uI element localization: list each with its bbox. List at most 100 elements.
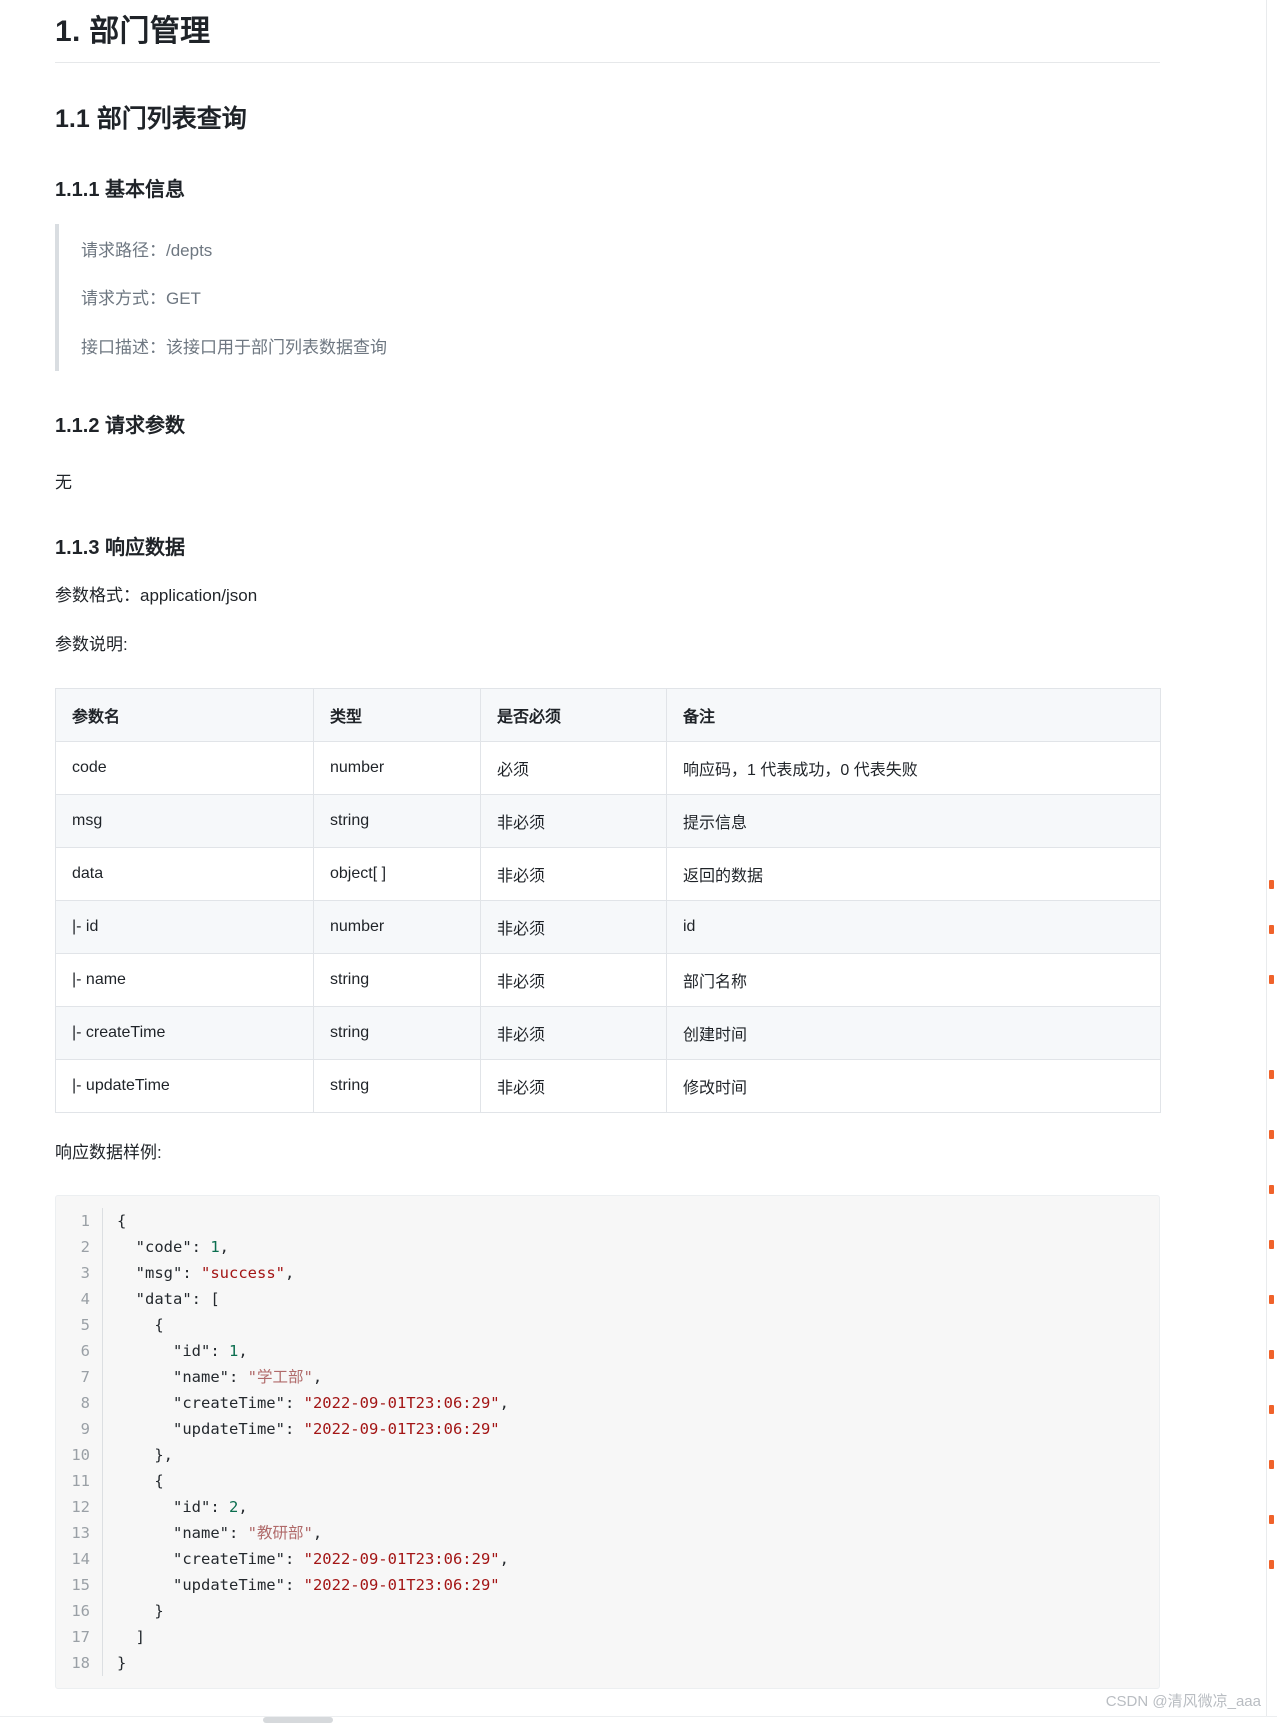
code-gutter-divider	[102, 1545, 103, 1572]
json-code-block[interactable]: 1{2 "code": 1, 3 "msg": "success", 4 "data…	[55, 1194, 1160, 1689]
code-gutter-divider	[102, 1467, 103, 1494]
code-gutter-divider	[102, 1415, 103, 1442]
code-line-number: 11	[71, 1471, 90, 1490]
code-line-content: "name": "教研部",	[117, 1523, 323, 1542]
table-header-row: 参数名 类型 是否必须 备注	[55, 688, 1161, 743]
code-line-number: 17	[71, 1627, 90, 1646]
subsection-heading-request-params: 1.1.2 请求参数	[55, 415, 186, 438]
code-lines-container: 1{2 "code": 1, 3 "msg": "success", 4 "data…	[56, 1207, 1159, 1676]
code-line: 17 ]	[56, 1623, 1159, 1650]
table-cell: number	[313, 900, 481, 955]
edge-marker-dot	[1269, 1130, 1274, 1139]
code-gutter-divider	[102, 1441, 103, 1468]
table-header-cell: 参数名	[55, 688, 314, 743]
table-cell: |- updateTime	[55, 1059, 314, 1114]
table-row: code number 必须 响应码，1 代表成功，0 代表失败	[55, 741, 1161, 796]
code-line-content: }	[117, 1601, 164, 1620]
table-header-cell: 类型	[313, 688, 481, 743]
edge-marker-dot	[1269, 925, 1274, 934]
csdn-watermark: CSDN @清风微凉_aaa	[1105, 1693, 1261, 1710]
request-path-label: 请求路径：	[81, 241, 166, 260]
table-cell: 非必须	[480, 900, 667, 955]
code-line-content: {	[117, 1315, 164, 1334]
table-cell: string	[313, 953, 481, 1008]
scroll-rail[interactable]	[1266, 0, 1267, 1723]
edge-marker-dot	[1269, 1295, 1274, 1304]
code-line-number: 8	[80, 1393, 90, 1412]
edge-marker-dot	[1269, 1350, 1274, 1359]
code-gutter-divider	[102, 1493, 103, 1520]
response-format-line: 参数格式：application/json	[55, 586, 258, 606]
bottom-scrollbar-thumb[interactable]	[263, 1717, 333, 1723]
code-line-number: 2	[80, 1237, 90, 1256]
table-header-cell: 备注	[666, 688, 1161, 743]
code-line-content: "createTime": "2022-09-01T23:06:29",	[117, 1393, 509, 1412]
table-cell: object[ ]	[313, 847, 481, 902]
table-cell: msg	[55, 794, 314, 849]
code-line: 11 {	[56, 1467, 1159, 1494]
code-line-number: 7	[80, 1367, 90, 1386]
code-gutter-divider	[102, 1623, 103, 1650]
code-line: 3 "msg": "success",	[56, 1259, 1159, 1286]
response-sample-label: 响应数据样例:	[55, 1143, 162, 1163]
response-param-desc-line: 参数说明:	[55, 635, 128, 655]
code-gutter-divider	[102, 1259, 103, 1286]
edge-marker-dot	[1269, 880, 1274, 889]
code-line: 8 "createTime": "2022-09-01T23:06:29",	[56, 1389, 1159, 1416]
code-line: 15 "updateTime": "2022-09-01T23:06:29"	[56, 1571, 1159, 1598]
table-cell: |- id	[55, 900, 314, 955]
basic-info-block: 请求路径：/depts 请求方式：GET 接口描述：该接口用于部门列表数据查询	[55, 224, 1160, 372]
code-gutter-divider	[102, 1519, 103, 1546]
code-line: 1{	[56, 1207, 1159, 1234]
edge-marker-dot	[1269, 1405, 1274, 1414]
table-cell: 非必须	[480, 953, 667, 1008]
code-line-content: {	[117, 1471, 164, 1490]
bottom-scrollbar-track[interactable]	[0, 1717, 1277, 1723]
table-row: |- updateTime string 非必须 修改时间	[55, 1059, 1161, 1114]
interface-desc-line: 接口描述：该接口用于部门列表数据查询	[81, 335, 1160, 361]
subsection-heading-basic-info: 1.1.1 基本信息	[55, 179, 186, 201]
edge-marker-dot	[1269, 1460, 1274, 1469]
subsection-heading-response-data: 1.1.3 响应数据	[55, 537, 186, 560]
request-path-value: /depts	[166, 241, 213, 260]
table-cell: 响应码，1 代表成功，0 代表失败	[666, 741, 1161, 796]
code-line-number: 18	[71, 1653, 90, 1672]
request-params-none: 无	[55, 473, 72, 493]
table-row: |- id number 非必须 id	[55, 900, 1161, 955]
interface-desc-label: 接口描述：	[81, 337, 166, 357]
code-line-content: },	[117, 1445, 173, 1464]
code-gutter-divider	[102, 1389, 103, 1416]
response-param-table: 参数名 类型 是否必须 备注 code number 必须 响应码，1 代表成功，0 …	[55, 688, 1161, 1114]
code-line-number: 3	[80, 1263, 90, 1282]
code-gutter-divider	[102, 1597, 103, 1624]
table-cell: 必须	[480, 741, 667, 796]
code-line: 13 "name": "教研部",	[56, 1519, 1159, 1546]
code-line-number: 15	[71, 1575, 90, 1594]
code-gutter-divider	[102, 1285, 103, 1312]
code-line-number: 13	[71, 1523, 90, 1542]
code-line-content: "msg": "success",	[117, 1263, 295, 1282]
edge-marker-dot	[1269, 1070, 1274, 1079]
section-heading-1-1: 1.1 部门列表查询	[55, 105, 247, 133]
code-line-number: 12	[71, 1497, 90, 1516]
request-method-line: 请求方式：GET	[81, 286, 1160, 312]
document-content: 1. 部门管理 1.1 部门列表查询 1.1.1 基本信息 请求路径：/dept…	[55, 0, 1161, 1689]
code-line-content: "data": [	[117, 1289, 220, 1308]
table-header-cell: 是否必须	[480, 688, 667, 743]
code-line: 10 },	[56, 1441, 1159, 1468]
table-cell: 创建时间	[666, 1006, 1161, 1061]
table-cell: 非必须	[480, 847, 667, 902]
code-line: 9 "updateTime": "2022-09-01T23:06:29"	[56, 1415, 1159, 1442]
table-cell: data	[55, 847, 314, 902]
code-line-number: 5	[80, 1315, 90, 1334]
code-gutter-divider	[102, 1311, 103, 1338]
code-gutter-divider	[102, 1337, 103, 1364]
code-line-number: 9	[80, 1419, 90, 1438]
code-line-content: "name": "学工部",	[117, 1367, 323, 1386]
code-line-content: "id": 1,	[117, 1341, 248, 1360]
code-line-number: 10	[71, 1445, 90, 1464]
code-line-content: "createTime": "2022-09-01T23:06:29",	[117, 1549, 509, 1568]
edge-marker-dot	[1269, 1240, 1274, 1249]
code-gutter-divider	[102, 1571, 103, 1598]
code-gutter-divider	[102, 1207, 103, 1234]
